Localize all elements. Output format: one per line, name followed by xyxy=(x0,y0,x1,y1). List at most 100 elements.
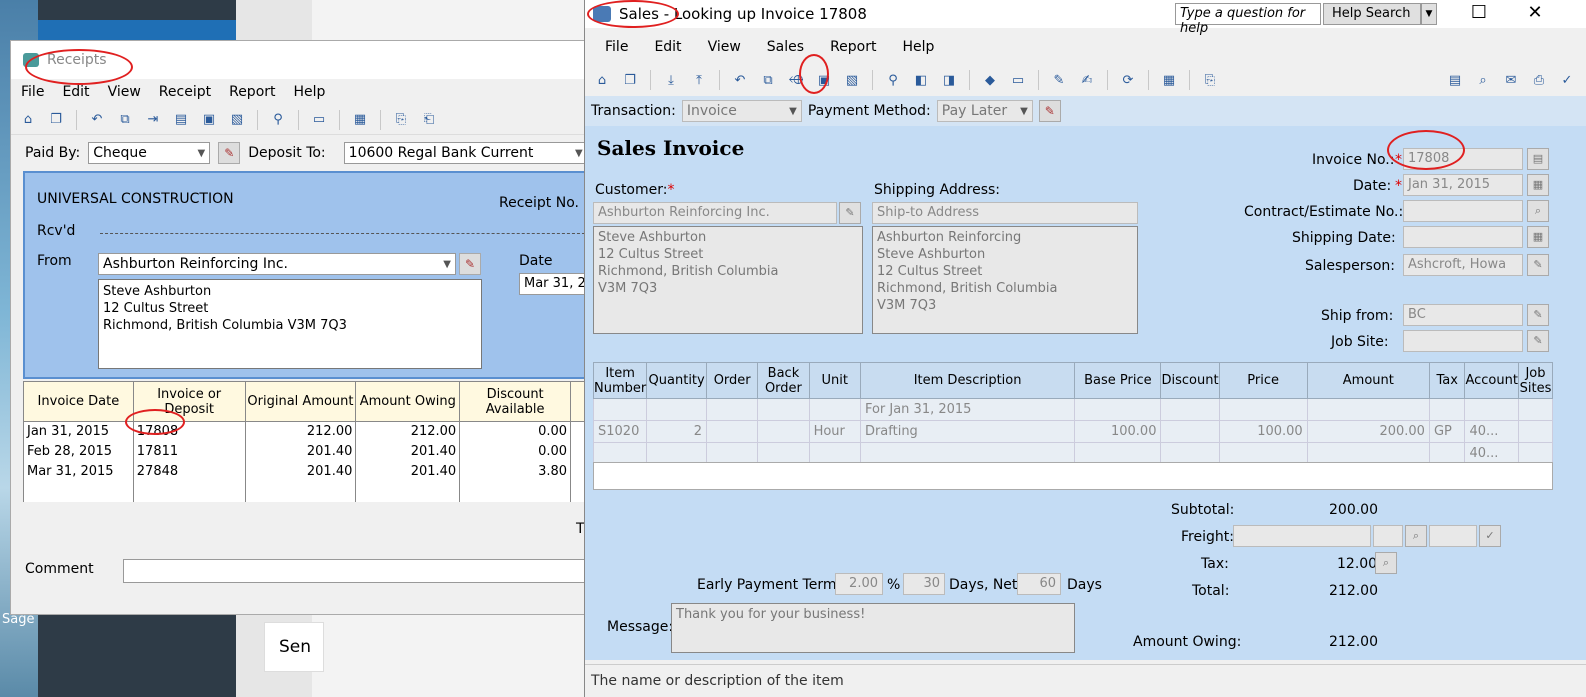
job-site-select[interactable] xyxy=(1403,330,1523,352)
previous-icon[interactable]: ◧ xyxy=(910,70,932,90)
undo-icon[interactable]: ↶ xyxy=(86,110,108,130)
pin-icon[interactable]: ✎ xyxy=(218,142,241,164)
tax-details-icon[interactable]: ⌕ xyxy=(1375,552,1397,574)
check-icon[interactable]: ✓ xyxy=(1479,525,1501,547)
find-icon[interactable]: ⚲ xyxy=(882,70,904,90)
payment-method-select[interactable]: Pay Later ▼ xyxy=(936,100,1033,122)
shipping-address-box[interactable]: Ashburton Reinforcing Steve Ashburton 12 … xyxy=(872,226,1138,334)
freight-tax-code[interactable] xyxy=(1373,525,1403,547)
recurring-icon[interactable]: ⟳ xyxy=(1117,70,1139,90)
shipping-address-select[interactable]: Ship-to Address xyxy=(872,202,1138,224)
undo-icon[interactable]: ↶ xyxy=(729,70,751,90)
preview-icon[interactable]: ⌕ xyxy=(1472,70,1494,90)
table-row[interactable]: Feb 28, 2015 17811 201.40 201.40 0.00 xyxy=(23,441,595,462)
note-icon[interactable]: ✍ xyxy=(1076,70,1098,90)
reverse-invoice-icon[interactable]: ▣ xyxy=(813,70,835,90)
receipts-menu-edit[interactable]: Edit xyxy=(62,84,89,100)
copy-doc-icon[interactable]: ⎘ xyxy=(390,110,412,130)
table-row[interactable]: Mar 31, 2015 27848 201.40 201.40 3.80 xyxy=(23,461,595,482)
pin-icon[interactable]: ✎ xyxy=(1527,254,1549,276)
receipts-menu-file[interactable]: File xyxy=(21,84,44,100)
message-field[interactable]: Thank you for your business! xyxy=(671,603,1075,653)
calendar-icon[interactable]: ▦ xyxy=(1527,226,1549,248)
check-icon[interactable]: ✓ xyxy=(1556,70,1578,90)
copy-icon[interactable]: ⧉ xyxy=(114,110,136,130)
close-icon[interactable]: ✕ xyxy=(1515,3,1555,25)
forms-icon[interactable]: ▤ xyxy=(1444,70,1466,90)
receipts-menu-receipt[interactable]: Receipt xyxy=(159,84,211,100)
deposit-icon[interactable]: ▭ xyxy=(308,110,330,130)
items-table-empty-area[interactable] xyxy=(593,462,1553,490)
paid-by-select[interactable]: Cheque ▼ xyxy=(88,142,211,164)
pin-icon[interactable]: ✎ xyxy=(839,202,861,224)
window-icon[interactable]: ❐ xyxy=(45,110,67,130)
table-row[interactable]: S1020 2 Hour Drafting 100.00 100.00 200.00 GP 40… xyxy=(592,420,1554,443)
sales-menu-sales[interactable]: Sales xyxy=(767,39,804,55)
salesperson-select[interactable]: Ashcroft, Howa xyxy=(1403,254,1523,276)
calculator-icon[interactable]: ▦ xyxy=(1158,70,1180,90)
contract-estimate-select[interactable] xyxy=(1403,200,1523,222)
copy-doc-icon[interactable]: ⎘ xyxy=(1199,70,1221,90)
date-field[interactable]: Jan 31, 2015 xyxy=(1403,174,1523,196)
transaction-select[interactable]: Invoice ▼ xyxy=(681,100,802,122)
receipts-menu-help[interactable]: Help xyxy=(294,84,326,100)
net-days[interactable]: 60 xyxy=(1017,573,1061,595)
copy-icon[interactable]: ⧉ xyxy=(757,70,779,90)
save-icon[interactable]: ⤓ xyxy=(660,70,682,90)
edit-icon[interactable]: ✎ xyxy=(1048,70,1070,90)
calculator-icon[interactable]: ▦ xyxy=(349,110,371,130)
comment-field[interactable] xyxy=(123,559,595,583)
table-row[interactable]: For Jan 31, 2015 xyxy=(592,398,1554,421)
early-payment-percent[interactable]: 2.00 xyxy=(835,573,883,595)
customer-address-box[interactable]: Steve Ashburton 12 Cultus Street Richmond… xyxy=(593,226,863,334)
journal-icon[interactable]: ▤ xyxy=(170,110,192,130)
table-row[interactable]: Jan 31, 2015 17808 212.00 212.00 0.00 xyxy=(23,421,595,442)
receipts-menu-view[interactable]: View xyxy=(108,84,141,100)
next-icon[interactable]: ◨ xyxy=(938,70,960,90)
import-icon[interactable]: ⇥ xyxy=(142,110,164,130)
lookup-icon[interactable]: ▤ xyxy=(1527,148,1549,170)
search-icon[interactable]: ⌕ xyxy=(1405,525,1427,547)
early-payment-days[interactable]: 30 xyxy=(903,573,945,595)
remove-icon[interactable]: ▧ xyxy=(226,110,248,130)
upload-icon[interactable]: ⤒ xyxy=(688,70,710,90)
help-search-button[interactable]: Help Search xyxy=(1323,3,1421,25)
email-icon[interactable]: ✉ xyxy=(1500,70,1522,90)
chevron-down-icon[interactable]: ▼ xyxy=(1421,3,1437,25)
deposit-to-select[interactable]: 10600 Regal Bank Current ▼ xyxy=(343,142,588,164)
window-icon[interactable]: ❐ xyxy=(619,70,641,90)
rcvd-label: Rcv'd xyxy=(37,223,76,239)
home-icon[interactable]: ⌂ xyxy=(591,70,613,90)
sales-menu-help[interactable]: Help xyxy=(902,39,934,55)
pin-icon[interactable]: ✎ xyxy=(1527,304,1549,326)
lookup-icon[interactable]: ▣ xyxy=(198,110,220,130)
invoice-no-field[interactable]: 17808 xyxy=(1403,148,1523,170)
from-select[interactable]: Ashburton Reinforcing Inc. ▼ xyxy=(98,253,456,275)
search-icon[interactable]: ⌕ xyxy=(1527,200,1549,222)
from-pin-icon[interactable]: ✎ xyxy=(459,253,481,275)
print-icon[interactable]: ⎙ xyxy=(1528,70,1550,90)
pin-icon[interactable]: ✎ xyxy=(1038,100,1061,122)
freight-field[interactable] xyxy=(1233,525,1371,547)
ship-from-select[interactable]: BC xyxy=(1403,304,1523,326)
adjust-icon[interactable]: ▧ xyxy=(841,70,863,90)
receipts-menu-report[interactable]: Report xyxy=(229,84,275,100)
sales-menu-edit[interactable]: Edit xyxy=(654,39,681,55)
sales-menu-file[interactable]: File xyxy=(605,39,628,55)
calendar-icon[interactable]: ▦ xyxy=(1527,174,1549,196)
find-icon[interactable]: ⚲ xyxy=(267,110,289,130)
deposit-icon[interactable]: ▭ xyxy=(1007,70,1029,90)
sales-menu-view[interactable]: View xyxy=(708,39,741,55)
paste-doc-icon[interactable]: ⎗ xyxy=(418,110,440,130)
from-address-box[interactable]: Steve Ashburton 12 Cultus Street Richmon… xyxy=(98,279,482,369)
customer-select[interactable]: Ashburton Reinforcing Inc. xyxy=(593,202,837,224)
shipping-date-field[interactable] xyxy=(1403,226,1523,248)
maximize-icon[interactable]: ☐ xyxy=(1459,3,1499,25)
track-icon[interactable]: ◆ xyxy=(979,70,1001,90)
fill-icon[interactable]: ⬲ xyxy=(785,70,807,90)
sales-menu-report[interactable]: Report xyxy=(830,39,876,55)
freight-tax-field[interactable] xyxy=(1429,525,1477,547)
home-icon[interactable]: ⌂ xyxy=(17,110,39,130)
pin-icon[interactable]: ✎ xyxy=(1527,330,1549,352)
help-question-input[interactable]: Type a question for help xyxy=(1175,3,1321,36)
